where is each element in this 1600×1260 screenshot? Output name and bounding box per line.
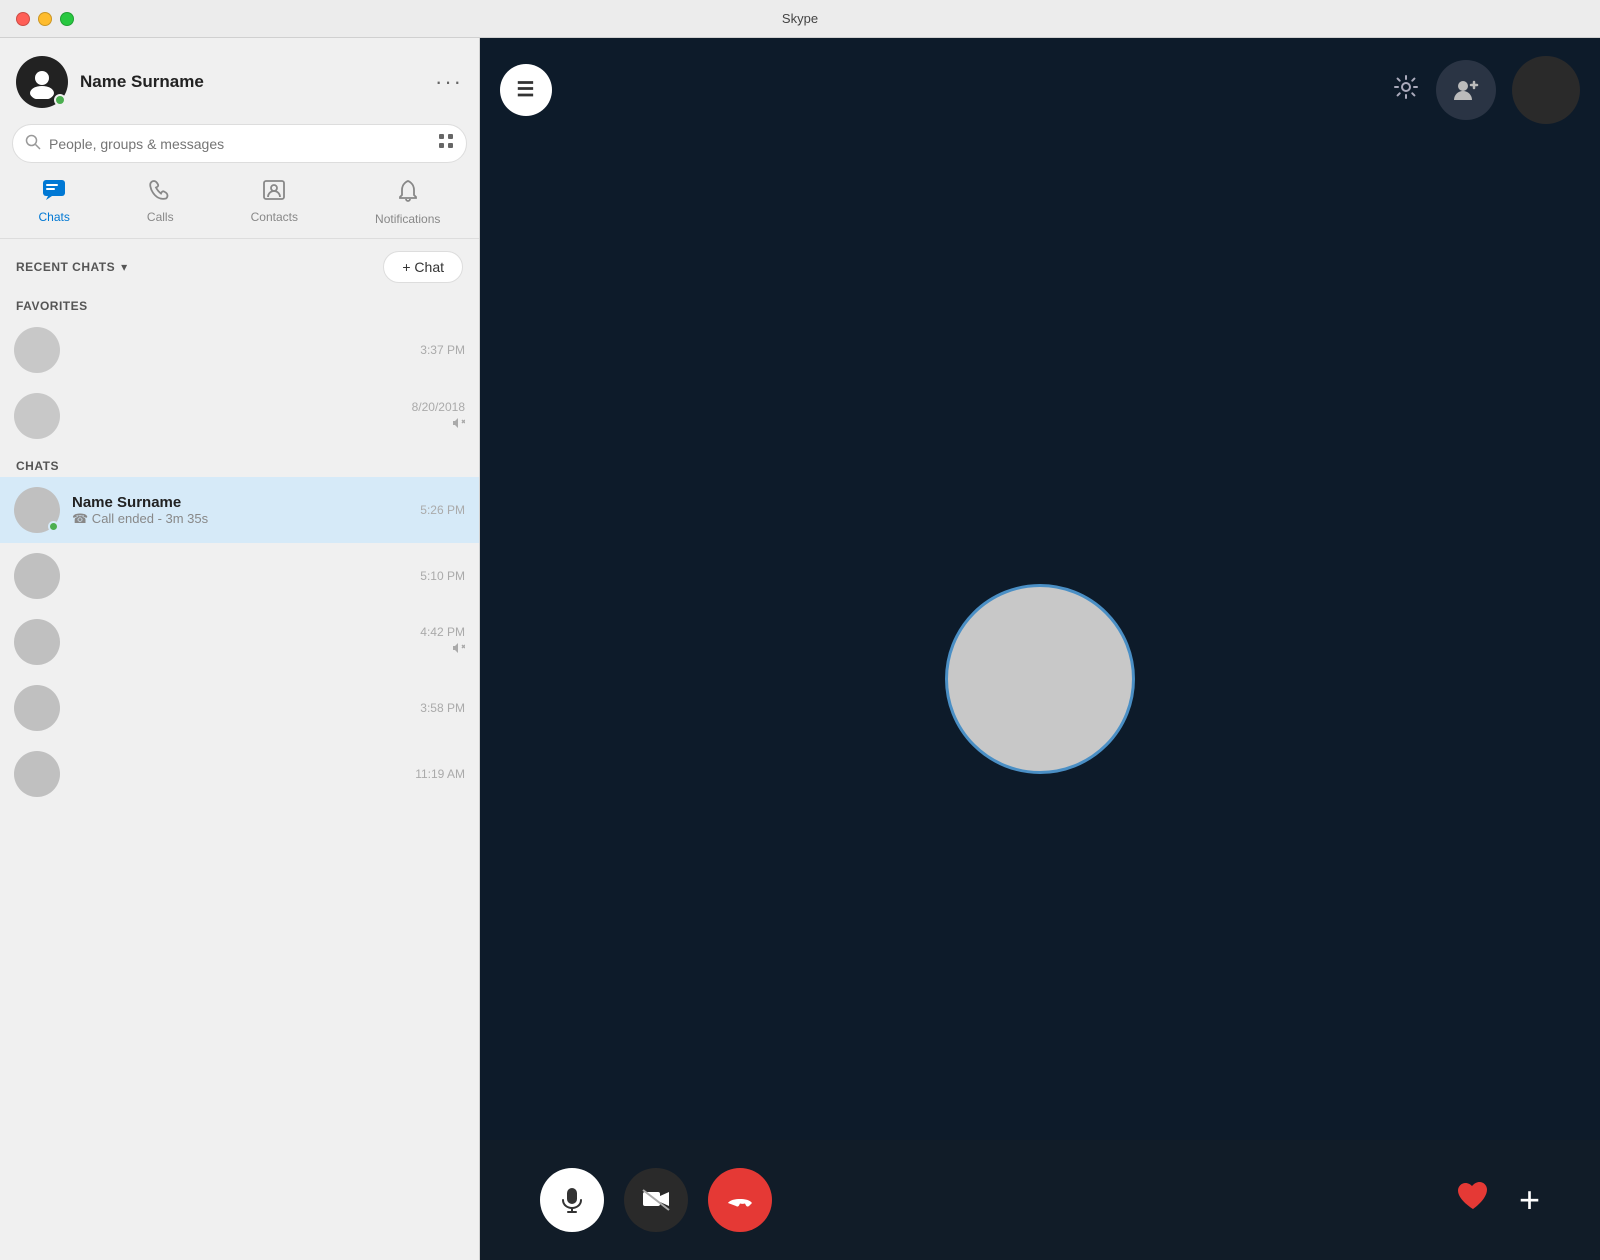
add-reaction-button[interactable]: + [1519, 1182, 1540, 1218]
maximize-button[interactable] [60, 12, 74, 26]
favorite-item-1[interactable]: 3:37 PM [0, 317, 479, 383]
end-call-button[interactable] [708, 1168, 772, 1232]
menu-button[interactable]: ☰ [500, 64, 552, 116]
chat-time-4: 3:58 PM [420, 701, 465, 715]
chat-avatar-4 [14, 685, 60, 731]
minimize-button[interactable] [38, 12, 52, 26]
chat-avatar-5 [14, 751, 60, 797]
call-bottom-bar: + [480, 1140, 1600, 1260]
chat-time-5: 11:19 AM [415, 767, 465, 781]
tab-contacts[interactable]: Contacts [235, 175, 314, 230]
add-person-button[interactable] [1436, 60, 1496, 120]
call-panel: ☰ [480, 38, 1600, 1260]
tab-chats-label: Chats [39, 210, 70, 224]
search-icon [25, 134, 41, 154]
chat-item-3[interactable]: 4:42 PM [0, 609, 479, 675]
chat-online-dot-1 [48, 521, 59, 532]
chat-time-2: 5:10 PM [420, 569, 465, 583]
notifications-icon [397, 179, 419, 209]
microphone-button[interactable] [540, 1168, 604, 1232]
close-button[interactable] [16, 12, 30, 26]
tab-calls-label: Calls [147, 210, 174, 224]
app-title: Skype [782, 11, 818, 26]
chat-item-5[interactable]: 11:19 AM [0, 741, 479, 807]
chat-item-1[interactable]: Name Surname ☎ Call ended - 3m 35s 5:26 … [0, 477, 479, 543]
chat-info-1: Name Surname ☎ Call ended - 3m 35s [72, 494, 412, 527]
tab-contacts-label: Contacts [251, 210, 298, 224]
chat-avatar-1 [14, 487, 60, 533]
online-status-dot [54, 94, 66, 106]
chat-preview-1: ☎ Call ended - 3m 35s [72, 511, 412, 527]
settings-icon[interactable] [1392, 73, 1420, 108]
chevron-down-icon[interactable]: ▾ [121, 260, 127, 274]
title-bar: Skype [0, 0, 1600, 38]
calls-icon [149, 179, 171, 207]
tab-notifications-label: Notifications [375, 212, 440, 226]
contacts-icon [262, 179, 286, 207]
chats-section-header: CHATS [0, 449, 479, 477]
tab-notifications[interactable]: Notifications [359, 175, 456, 230]
recent-chats-label: RECENT CHATS [16, 260, 115, 274]
fav-time-2: 8/20/2018 [412, 400, 465, 414]
fav-avatar-1 [14, 327, 60, 373]
chat-name-1: Name Surname [72, 494, 412, 511]
app-container: Name Surname ··· [0, 38, 1600, 1260]
more-options-button[interactable]: ··· [435, 69, 463, 95]
heart-button[interactable] [1455, 1180, 1491, 1221]
profile-name: Name Surname [80, 72, 435, 92]
new-chat-button[interactable]: + Chat [383, 251, 463, 283]
fav-time-1: 3:37 PM [420, 343, 465, 357]
nav-tabs: Chats Calls Contacts [0, 171, 479, 239]
call-center [480, 38, 1600, 1260]
profile-header: Name Surname ··· [0, 38, 479, 120]
fav-avatar-2 [14, 393, 60, 439]
chat-list: RECENT CHATS ▾ + Chat FAVORITES 3:37 PM … [0, 239, 479, 1260]
tab-chats[interactable]: Chats [23, 175, 86, 230]
tab-calls[interactable]: Calls [131, 175, 190, 230]
call-avatar-large [945, 584, 1135, 774]
recent-chats-title-group: RECENT CHATS ▾ [16, 260, 127, 274]
chat-time-3: 4:42 PM [420, 625, 465, 639]
video-button[interactable] [624, 1168, 688, 1232]
chat-mute-icon-3 [451, 641, 465, 660]
call-top-bar: ☰ [480, 38, 1600, 142]
call-right-actions: + [1455, 1180, 1540, 1221]
chat-avatar-3 [14, 619, 60, 665]
favorites-header: FAVORITES [0, 291, 479, 317]
call-profile-button[interactable] [1512, 56, 1580, 124]
window-controls [16, 12, 74, 26]
chat-item-2[interactable]: 5:10 PM [0, 543, 479, 609]
search-bar [12, 124, 467, 163]
fav-mute-icon [451, 416, 465, 433]
chat-avatar-2 [14, 553, 60, 599]
grid-icon[interactable] [438, 133, 454, 154]
search-input[interactable] [49, 136, 438, 152]
chat-item-4[interactable]: 3:58 PM [0, 675, 479, 741]
recent-chats-header: RECENT CHATS ▾ + Chat [0, 239, 479, 291]
avatar-wrap [16, 56, 68, 108]
chat-time-mute-3: 4:42 PM [412, 625, 465, 660]
chat-time-1: 5:26 PM [420, 503, 465, 517]
sidebar: Name Surname ··· [0, 38, 480, 1260]
chats-icon [42, 179, 66, 207]
call-top-right-actions [1392, 56, 1580, 124]
hamburger-icon: ☰ [517, 80, 536, 100]
favorite-item-2[interactable]: 8/20/2018 [0, 383, 479, 449]
